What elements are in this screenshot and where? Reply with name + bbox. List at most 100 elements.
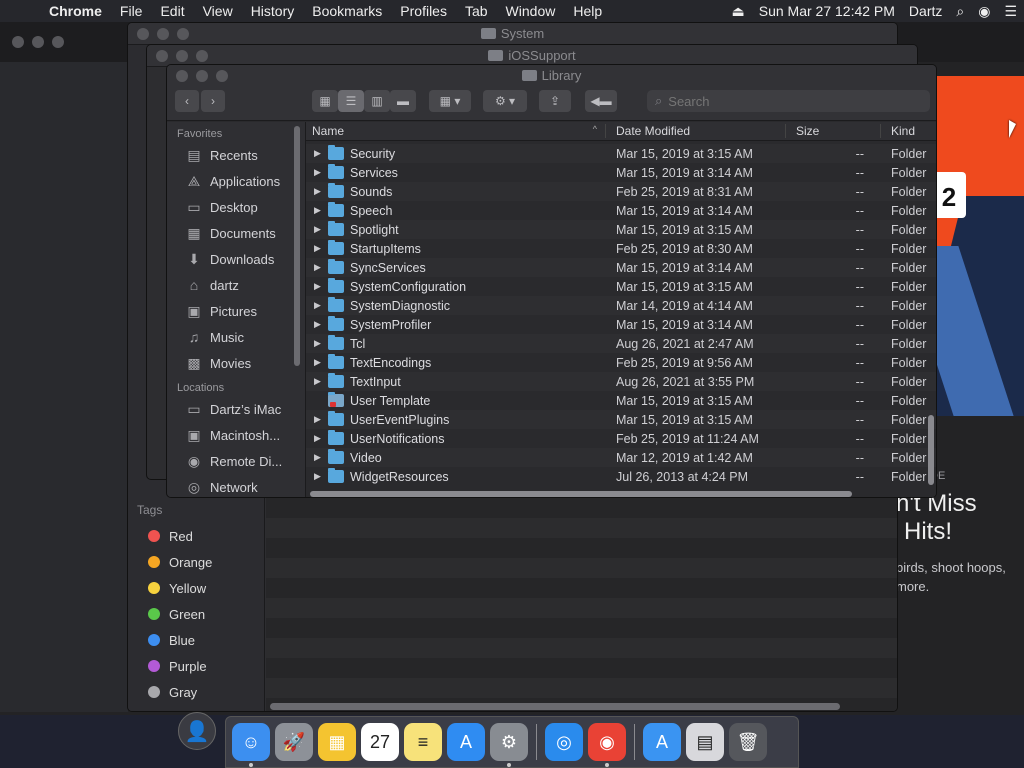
file-row[interactable]: ▶ TextInput Aug 26, 2021 at 3:55 PM -- Folde…	[306, 372, 936, 391]
search-input[interactable]	[668, 93, 909, 109]
icon-view-button[interactable]: ▦	[312, 90, 338, 112]
dock-chrome-icon[interactable]: ◉	[588, 723, 626, 767]
action-button[interactable]: ⚙ ▾	[483, 90, 527, 112]
file-row[interactable]: ▶ SyncServices Mar 15, 2019 at 3:14 AM -- Fo…	[306, 258, 936, 277]
sidebar-item-documents[interactable]: ▦ Documents	[167, 220, 305, 246]
siri-icon[interactable]: ◉	[971, 3, 997, 20]
menu-item-profiles[interactable]: Profiles	[391, 3, 456, 19]
file-row[interactable]: ▶ Tcl Aug 26, 2021 at 2:47 AM -- Folder	[306, 334, 936, 353]
disclosure-triangle-icon[interactable]: ▶	[314, 319, 328, 330]
file-row[interactable]: ▶ Sounds Feb 25, 2019 at 8:31 AM -- Folder	[306, 182, 936, 201]
disclosure-triangle-icon[interactable]: ▶	[314, 452, 328, 463]
menu-item-help[interactable]: Help	[564, 3, 611, 19]
file-row[interactable]: ▶ Speech Mar 15, 2019 at 3:14 AM -- Folder	[306, 201, 936, 220]
sidebar-item-dartz-s-imac[interactable]: ▭ Dartz’s iMac	[167, 396, 305, 422]
chrome-close-button[interactable]	[12, 36, 24, 48]
forward-button[interactable]: ›	[201, 90, 225, 112]
file-row[interactable]: ▶ Spotlight Mar 15, 2019 at 3:15 AM -- Folde…	[306, 220, 936, 239]
file-row[interactable]: User Template Mar 15, 2019 at 3:15 AM -- Fo…	[306, 391, 936, 410]
sidebar-scrollbar[interactable]	[294, 126, 300, 366]
sidebar-item-recents[interactable]: ▤ Recents	[167, 142, 305, 168]
menu-item-edit[interactable]: Edit	[151, 3, 193, 19]
disclosure-triangle-icon[interactable]: ▶	[314, 262, 328, 273]
column-view-button[interactable]: ▥	[364, 90, 390, 112]
file-row[interactable]: ▶ Services Mar 15, 2019 at 3:14 AM -- Folder	[306, 163, 936, 182]
file-row[interactable]: ▶ SystemConfiguration Mar 15, 2019 at 3:15…	[306, 277, 936, 296]
dock-finder-icon[interactable]: ☺	[232, 723, 270, 767]
menu-item-window[interactable]: Window	[497, 3, 565, 19]
dock-calendar-icon[interactable]: 27	[361, 723, 399, 761]
disclosure-triangle-icon[interactable]: ▶	[314, 224, 328, 235]
chrome-window-controls[interactable]	[0, 36, 64, 48]
disclosure-triangle-icon[interactable]: ▶	[314, 433, 328, 444]
disclosure-triangle-icon[interactable]: ▶	[314, 471, 328, 482]
size-column-header[interactable]: Size	[786, 124, 881, 138]
file-row[interactable]: ▶ SystemProfiler Mar 15, 2019 at 3:14 AM --…	[306, 315, 936, 334]
tag-item-all-tags-[interactable]: All Tags...	[148, 705, 225, 712]
disclosure-triangle-icon[interactable]: ▶	[314, 357, 328, 368]
sidebar-item-music[interactable]: ♫ Music	[167, 324, 305, 350]
tag-item-blue[interactable]: Blue	[148, 627, 225, 653]
library-minimize-button[interactable]	[196, 70, 208, 82]
disclosure-triangle-icon[interactable]: ▶	[314, 281, 328, 292]
chrome-zoom-button[interactable]	[52, 36, 64, 48]
menu-item-bookmarks[interactable]: Bookmarks	[303, 3, 391, 19]
dock-trash-icon[interactable]: 🗑	[729, 723, 767, 761]
kind-column-header[interactable]: Kind	[881, 124, 936, 138]
disclosure-triangle-icon[interactable]: ▶	[314, 300, 328, 311]
library-zoom-button[interactable]	[216, 70, 228, 82]
file-row[interactable]: ▶ Security Mar 15, 2019 at 3:15 AM -- Folder	[306, 144, 936, 163]
disclosure-triangle-icon[interactable]: ▶	[314, 205, 328, 216]
disclosure-triangle-icon[interactable]: ▶	[314, 148, 328, 159]
share-button[interactable]: ⇪	[539, 90, 571, 112]
menu-item-view[interactable]: View	[194, 3, 242, 19]
user-menu[interactable]: Dartz	[902, 3, 949, 19]
file-row[interactable]: ▶ StartupItems Feb 25, 2019 at 8:30 AM -- Fo…	[306, 239, 936, 258]
disclosure-triangle-icon[interactable]: ▶	[314, 186, 328, 197]
list-view-button[interactable]: ☰	[338, 90, 364, 112]
date-column-header[interactable]: Date Modified	[606, 124, 786, 138]
gallery-view-button[interactable]: ▬	[390, 90, 416, 112]
dock-notes-icon[interactable]: ≡	[404, 723, 442, 761]
chrome-minimize-button[interactable]	[32, 36, 44, 48]
dock-launchpad-icon[interactable]: 🚀	[275, 723, 313, 761]
system-zoom-button[interactable]	[177, 27, 189, 40]
app-menu[interactable]: Chrome	[40, 3, 111, 19]
library-close-button[interactable]	[176, 70, 188, 82]
sidebar-item-dartz[interactable]: ⌂ dartz	[167, 272, 305, 298]
spotlight-search-icon[interactable]: ⌕	[949, 3, 971, 20]
system-minimize-button[interactable]	[157, 27, 169, 40]
disclosure-triangle-icon[interactable]: ▶	[314, 338, 328, 349]
iossupport-zoom-button[interactable]	[196, 49, 208, 62]
system-titlebar[interactable]: System	[128, 23, 897, 45]
tag-item-red[interactable]: Red	[148, 523, 225, 549]
file-row[interactable]: ▶ WidgetResources Jul 26, 2013 at 4:24 PM -…	[306, 467, 936, 486]
iossupport-close-button[interactable]	[156, 49, 168, 62]
sidebar-item-movies[interactable]: ▩ Movies	[167, 350, 305, 376]
menu-item-history[interactable]: History	[242, 3, 304, 19]
sidebar-item-network[interactable]: ◎ Network	[167, 474, 305, 497]
user-avatar-icon[interactable]: 👤	[178, 712, 216, 750]
file-row[interactable]: ▶ Video Mar 12, 2019 at 1:42 AM -- Folder	[306, 448, 936, 467]
dock-system-preferences-icon[interactable]: ⚙	[490, 723, 528, 767]
list-horizontal-scrollbar[interactable]	[310, 491, 852, 497]
disclosure-triangle-icon[interactable]: ▶	[314, 167, 328, 178]
sidebar-item-downloads[interactable]: ⬇ Downloads	[167, 246, 305, 272]
sidebar-item-macintosh-[interactable]: ▣ Macintosh...	[167, 422, 305, 448]
menu-item-tab[interactable]: Tab	[456, 3, 497, 19]
tag-item-purple[interactable]: Purple	[148, 653, 225, 679]
dock-documents-stack-icon[interactable]: ▤	[686, 723, 724, 761]
sidebar-item-desktop[interactable]: ▭ Desktop	[167, 194, 305, 220]
menu-item-file[interactable]: File	[111, 3, 152, 19]
file-row[interactable]: ▶ SystemDiagnostic Mar 14, 2019 at 4:14 AM…	[306, 296, 936, 315]
file-row[interactable]: ▶ UserEventPlugins Mar 15, 2019 at 3:15 AM…	[306, 410, 936, 429]
back-button[interactable]: ‹	[175, 90, 199, 112]
tag-item-orange[interactable]: Orange	[148, 549, 225, 575]
disclosure-triangle-icon[interactable]: ▶	[314, 414, 328, 425]
tag-item-gray[interactable]: Gray	[148, 679, 225, 705]
tag-item-yellow[interactable]: Yellow	[148, 575, 225, 601]
notification-center-icon[interactable]: ☰	[997, 3, 1024, 20]
library-titlebar[interactable]: Library ‹ › ▦ ☰ ▥ ▬ ▦ ▾ ⚙ ▾ ⇪ ◀▬ ⌕	[167, 65, 936, 121]
file-row[interactable]: ▶ TextEncodings Feb 25, 2019 at 9:56 AM -- F…	[306, 353, 936, 372]
search-field[interactable]: ⌕	[647, 90, 930, 112]
